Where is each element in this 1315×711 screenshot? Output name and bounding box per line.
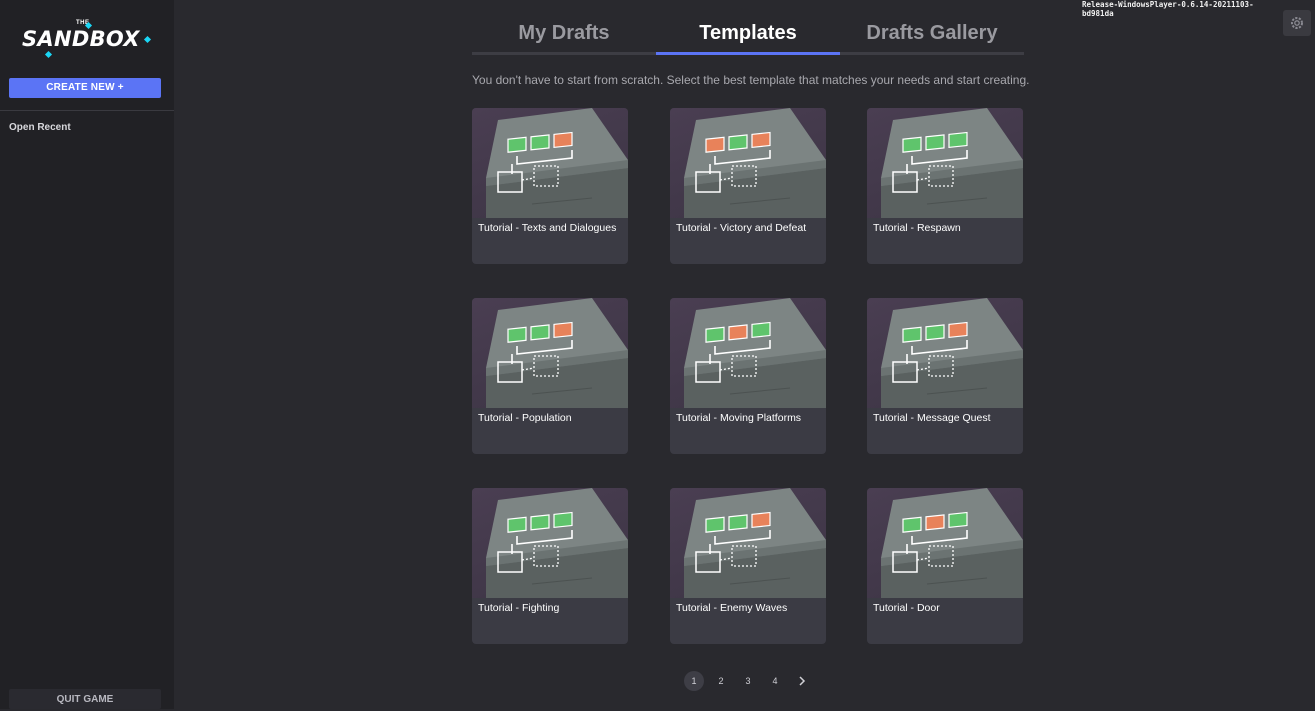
quit-game-button[interactable]: QUIT GAME [9,689,161,709]
sandbox-logo: THE SANDBOX [22,20,152,59]
active-tab-indicator [656,52,840,55]
tab-bar: My Drafts Templates Drafts Gallery [472,22,1024,56]
page-button-2[interactable]: 2 [711,671,731,691]
create-new-button[interactable]: CREATE NEW + [9,78,161,98]
open-recent-heading: Open Recent [9,122,71,133]
page-subtitle: You don't have to start from scratch. Se… [472,73,1030,87]
template-card[interactable]: Tutorial - Door [867,488,1023,644]
sidebar: THE SANDBOX CREATE NEW + Open Recent QUI… [0,0,174,709]
template-card[interactable]: Tutorial - Texts and Dialogues [472,108,628,264]
template-title: Tutorial - Enemy Waves [676,602,788,614]
template-thumbnail [867,108,1023,218]
template-thumbnail [472,488,628,598]
template-title: Tutorial - Message Quest [873,412,991,424]
template-title: Tutorial - Victory and Defeat [676,222,807,234]
chevron-right-icon[interactable] [792,671,812,691]
logo-diamond-icon [143,35,152,44]
template-title: Tutorial - Door [873,602,940,614]
template-card[interactable]: Tutorial - Victory and Defeat [670,108,826,264]
page-button-3[interactable]: 3 [738,671,758,691]
tab-my-drafts[interactable]: My Drafts [472,22,656,45]
template-card[interactable]: Tutorial - Respawn [867,108,1023,264]
logo-diamond-icon [44,50,53,59]
template-card[interactable]: Tutorial - Message Quest [867,298,1023,454]
page-button-4[interactable]: 4 [765,671,785,691]
tab-drafts-gallery[interactable]: Drafts Gallery [840,22,1024,45]
template-title: Tutorial - Population [478,412,572,424]
build-version-label: Release-WindowsPlayer-0.6.14-20211103-bd… [1082,0,1254,18]
template-thumbnail [670,298,826,408]
template-title: Tutorial - Texts and Dialogues [478,222,617,234]
template-card[interactable]: Tutorial - Moving Platforms [670,298,826,454]
template-title: Tutorial - Moving Platforms [676,412,802,424]
page-button-1[interactable]: 1 [684,671,704,691]
template-title: Tutorial - Fighting [478,602,560,614]
tab-templates[interactable]: Templates [656,22,840,45]
template-thumbnail [472,108,628,218]
logo-wordmark: SANDBOX [22,27,140,51]
gear-icon [1291,17,1303,29]
sidebar-divider [0,110,174,111]
template-thumbnail [867,298,1023,408]
template-thumbnail [867,488,1023,598]
template-card[interactable]: Tutorial - Fighting [472,488,628,644]
template-card[interactable]: Tutorial - Population [472,298,628,454]
template-title: Tutorial - Respawn [873,222,961,234]
settings-button[interactable] [1283,10,1311,36]
template-thumbnail [472,298,628,408]
template-thumbnail [670,488,826,598]
template-thumbnail [670,108,826,218]
template-card[interactable]: Tutorial - Enemy Waves [670,488,826,644]
